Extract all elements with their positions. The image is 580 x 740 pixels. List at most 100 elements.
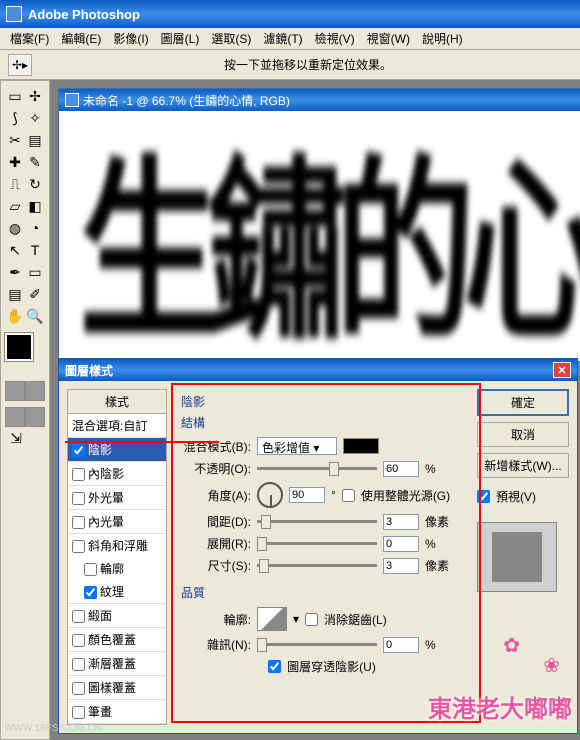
watermark-url: WWW.16FS.COM.CN [4,723,102,734]
slice-tool-icon[interactable]: ▤ [25,129,45,151]
move-icon[interactable]: ✢ [25,85,45,107]
ok-button[interactable]: 確定 [477,389,569,416]
blur-tool-icon[interactable]: ◍ [5,217,25,239]
size-label: 尺寸(S): [181,557,251,574]
new-style-button[interactable]: 新增樣式(W)... [477,453,569,478]
blend-mode-select[interactable]: 色彩增值 ▾ [257,437,337,455]
stamp-tool-icon[interactable]: ⎍ [5,173,25,195]
cancel-button[interactable]: 取消 [477,422,569,447]
style-satin[interactable]: 緞面 [68,604,166,628]
shadow-color-swatch[interactable] [343,438,379,454]
canvas[interactable]: 生鏽的心情 [59,111,580,361]
style-texture[interactable]: 紋理 [68,580,166,604]
quality-label: 品質 [181,584,463,601]
noise-slider[interactable] [257,643,377,646]
distance-input[interactable] [383,514,419,530]
style-inner-glow[interactable]: 內光暈 [68,510,166,534]
contour-dropdown-icon[interactable]: ▾ [293,612,299,626]
history-brush-icon[interactable]: ↻ [25,173,45,195]
type-tool-icon[interactable]: T [25,239,45,261]
antialias-checkbox[interactable] [305,613,318,626]
angle-input[interactable] [289,487,325,503]
menu-filter[interactable]: 濾鏡(T) [257,28,308,49]
opacity-slider[interactable] [257,467,377,470]
screenmode-icon[interactable] [25,381,45,401]
options-hint: 按一下並拖移以重新定位效果。 [44,56,572,73]
style-inner-shadow[interactable]: 內陰影 [68,462,166,486]
toolbox: ▭✢ ⟆✧ ✂▤ ✚✎ ⎍↻ ▱◧ ◍◔ ↖T ✒▭ ▤✐ ✋🔍 ⇲ [0,80,50,740]
drop-shadow-checkbox[interactable] [72,444,85,457]
wand-tool-icon[interactable]: ✧ [25,107,45,129]
menu-help[interactable]: 說明(H) [416,28,469,49]
inner-shadow-checkbox[interactable] [72,468,85,481]
dialog-titlebar[interactable]: 圖層樣式 ✕ [59,359,577,381]
style-bevel[interactable]: 斜角和浮雕 [68,534,166,557]
blending-options-item[interactable]: 混合選項:自訂 [68,414,166,438]
section-title: 陰影 [181,393,463,410]
style-stroke[interactable]: 筆畫 [68,700,166,724]
menu-file[interactable]: 檔案(F) [4,28,55,49]
jump-icon[interactable]: ⇲ [5,427,27,449]
contour-label: 輪廓: [181,611,251,628]
notes-tool-icon[interactable]: ▤ [5,283,25,305]
dodge-tool-icon[interactable]: ◔ [25,217,45,239]
fg-color-swatch[interactable] [5,333,33,361]
size-input[interactable] [383,558,419,574]
hand-tool-icon[interactable]: ✋ [5,305,25,327]
menu-select[interactable]: 選取(S) [205,28,257,49]
bevel-checkbox[interactable] [72,540,85,553]
mode2-icon[interactable] [25,407,45,427]
global-light-checkbox[interactable] [342,489,355,502]
styles-header[interactable]: 樣式 [68,390,166,414]
menu-layer[interactable]: 圖層(L) [155,28,206,49]
shape-tool-icon[interactable]: ▭ [25,261,45,283]
style-pattern-overlay[interactable]: 圖樣覆蓋 [68,676,166,700]
zoom-tool-icon[interactable]: 🔍 [25,305,45,327]
close-icon[interactable]: ✕ [553,362,571,378]
eraser-tool-icon[interactable]: ▱ [5,195,25,217]
marquee-tool-icon[interactable]: ▭ [5,85,25,107]
path-tool-icon[interactable]: ↖ [5,239,25,261]
move-tool-icon[interactable]: ✢▸ [8,54,32,76]
noise-input[interactable] [383,637,419,653]
style-color-overlay[interactable]: 顏色覆蓋 [68,628,166,652]
pen-tool-icon[interactable]: ✒ [5,261,25,283]
satin-checkbox[interactable] [72,610,85,623]
color-swatches[interactable] [5,333,47,375]
style-gradient-overlay[interactable]: 漸層覆蓋 [68,652,166,676]
brush-tool-icon[interactable]: ✎ [25,151,45,173]
preview-checkbox[interactable] [477,490,490,503]
angle-dial[interactable] [257,482,283,508]
knockout-checkbox[interactable] [268,660,281,673]
contour-checkbox[interactable] [84,563,97,576]
style-contour[interactable]: 輪廓 [68,557,166,580]
quickmask-icon[interactable] [5,381,25,401]
style-outer-glow[interactable]: 外光暈 [68,486,166,510]
opacity-label: 不透明(O): [181,460,251,477]
contour-picker[interactable] [257,607,287,631]
gradient-overlay-checkbox[interactable] [72,658,85,671]
eyedropper-tool-icon[interactable]: ✐ [25,283,45,305]
menu-window[interactable]: 視窗(W) [361,28,416,49]
menu-view[interactable]: 檢視(V) [309,28,361,49]
heal-tool-icon[interactable]: ✚ [5,151,25,173]
document-titlebar[interactable]: 未命名 -1 @ 66.7% (生鏽的心情, RGB) [59,89,580,111]
menu-image[interactable]: 影像(I) [107,28,154,49]
inner-glow-checkbox[interactable] [72,516,85,529]
spread-slider[interactable] [257,542,377,545]
size-slider[interactable] [257,564,377,567]
pattern-overlay-checkbox[interactable] [72,682,85,695]
gradient-tool-icon[interactable]: ◧ [25,195,45,217]
spread-input[interactable] [383,536,419,552]
lasso-tool-icon[interactable]: ⟆ [5,107,25,129]
style-drop-shadow[interactable]: 陰影 [68,438,166,462]
color-overlay-checkbox[interactable] [72,634,85,647]
stroke-checkbox[interactable] [72,706,85,719]
texture-checkbox[interactable] [84,586,97,599]
crop-tool-icon[interactable]: ✂ [5,129,25,151]
mode1-icon[interactable] [5,407,25,427]
outer-glow-checkbox[interactable] [72,492,85,505]
menu-edit[interactable]: 編輯(E) [55,28,107,49]
opacity-input[interactable] [383,461,419,477]
distance-slider[interactable] [257,520,377,523]
